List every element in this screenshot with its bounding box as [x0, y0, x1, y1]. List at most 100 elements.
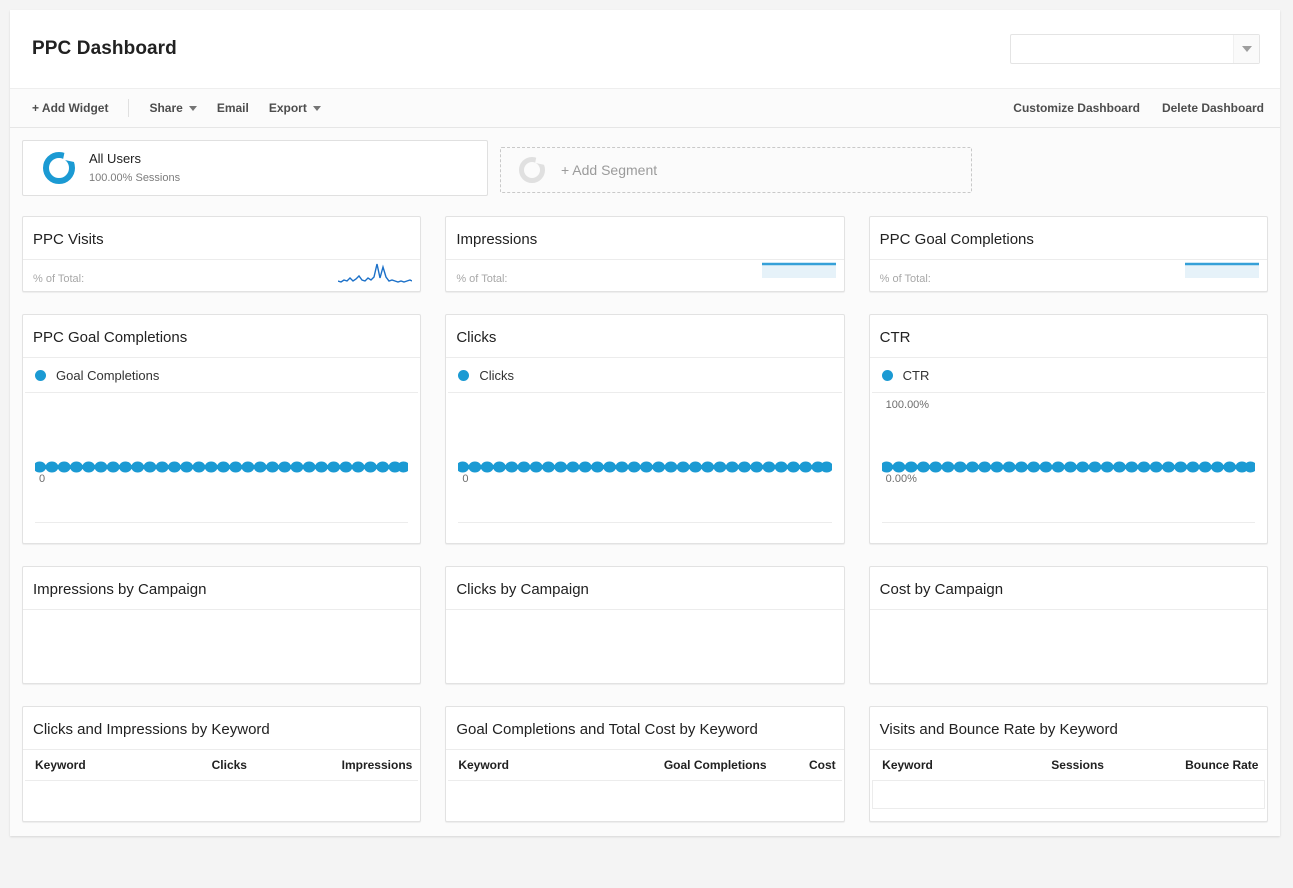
line-chart-goal-completions [35, 461, 409, 473]
widget-title: Goal Completions and Total Cost by Keywo… [446, 707, 844, 750]
segment-name: All Users [89, 151, 142, 166]
table-header-row: Keyword Goal Completions Cost [448, 750, 842, 781]
add-segment-label: + Add Segment [561, 162, 658, 178]
widget-body: Keyword Clicks Impressions [23, 750, 420, 821]
widget-body [870, 610, 1267, 683]
widget-title: Clicks by Campaign [446, 567, 844, 610]
widget-impressions-by-campaign[interactable]: Impressions by Campaign [22, 566, 422, 684]
legend-dot-icon [881, 370, 893, 381]
chart-legend: Goal Completions [25, 358, 419, 393]
line-chart-ctr [881, 461, 1255, 473]
toolbar-left-group: + Add Widget Share Email Export [32, 99, 321, 117]
pct-of-total-label: % of Total: [33, 273, 85, 285]
segment-sub: 100.00% Sessions [89, 172, 181, 184]
widget-grid: PPC Visits % of Total: Impressions % of … [10, 206, 1280, 836]
segment-text: All Users 100.00% Sessions [89, 150, 180, 186]
column-header-sessions[interactable]: Sessions [992, 750, 1110, 781]
widget-title: Clicks [446, 315, 844, 358]
page-title: PPC Dashboard [32, 38, 177, 59]
profile-select-caret[interactable] [1233, 35, 1259, 63]
add-widget-label: + Add Widget [32, 101, 109, 115]
donut-icon [43, 152, 75, 184]
dashboard-header: PPC Dashboard [10, 10, 1280, 88]
column-header-bounce-rate[interactable]: Bounce Rate [1109, 750, 1265, 781]
chart-legend: CTR [871, 358, 1265, 393]
add-segment-button[interactable]: + Add Segment [500, 147, 972, 193]
widget-chart-ctr[interactable]: CTR CTR 100.00% 0.00% [868, 314, 1268, 544]
chart-zero-label: 0 [462, 473, 469, 485]
customize-dashboard-button[interactable]: Customize Dashboard [1013, 101, 1140, 115]
widget-title: Impressions by Campaign [23, 567, 421, 610]
toolbar-right-group: Customize Dashboard Delete Dashboard [991, 101, 1264, 115]
chart-area: 100.00% 0.00% [881, 393, 1255, 541]
column-header-keyword[interactable]: Keyword [872, 750, 993, 781]
keyword-table: Keyword Goal Completions Cost [448, 750, 842, 809]
table-row [25, 781, 418, 809]
table-body [871, 780, 1265, 809]
legend-label: Clicks [479, 368, 514, 383]
widget-body: Keyword Goal Completions Cost [446, 750, 843, 821]
pct-of-total-label: % of Total: [456, 273, 508, 285]
widget-ppc-goal-completions-metric[interactable]: PPC Goal Completions % of Total: [868, 216, 1268, 294]
profile-select[interactable] [1010, 34, 1260, 64]
widget-title: PPC Goal Completions [23, 315, 421, 358]
dashboard-toolbar: + Add Widget Share Email Export Customiz… [10, 88, 1280, 128]
segment-bar: All Users 100.00% Sessions + Add Segment [10, 128, 1280, 206]
sparkline-flat [1184, 262, 1259, 278]
line-chart-clicks [458, 461, 832, 473]
export-button[interactable]: Export [269, 101, 321, 115]
legend-label: CTR [902, 368, 930, 383]
table-header-row: Keyword Clicks Impressions [25, 750, 419, 781]
chevron-down-icon [188, 105, 197, 111]
segment-all-users[interactable]: All Users 100.00% Sessions [22, 140, 488, 196]
sparkline-flat [761, 262, 836, 278]
chevron-down-icon [312, 105, 321, 111]
widget-title: Visits and Bounce Rate by Keyword [869, 707, 1267, 750]
widget-title: Impressions [446, 217, 844, 260]
legend-label: Goal Completions [56, 368, 160, 383]
table-row [448, 781, 841, 809]
share-button[interactable]: Share [149, 101, 197, 115]
widget-body: % of Total: [23, 260, 420, 294]
widget-chart-ppc-goal-completions[interactable]: PPC Goal Completions Goal Completions 0 [22, 314, 422, 544]
chart-widget-row: PPC Goal Completions Goal Completions 0 … [22, 314, 1268, 544]
column-header-impressions[interactable]: Impressions [252, 750, 419, 781]
chart-area: 0 [458, 393, 832, 541]
widget-goal-completions-cost-by-keyword[interactable]: Goal Completions and Total Cost by Keywo… [445, 706, 845, 822]
column-header-keyword[interactable]: Keyword [25, 750, 159, 781]
delete-dashboard-button[interactable]: Delete Dashboard [1162, 101, 1264, 115]
widget-clicks-impressions-by-keyword[interactable]: Clicks and Impressions by Keyword Keywor… [22, 706, 422, 822]
chart-area: 0 [35, 393, 409, 541]
chart-zero-label: 0 [39, 473, 46, 485]
table-body [25, 781, 418, 809]
widget-body: Keyword Sessions Bounce Rate [870, 750, 1267, 821]
widget-cost-by-campaign[interactable]: Cost by Campaign [868, 566, 1268, 684]
widget-title: Clicks and Impressions by Keyword [23, 707, 421, 750]
chart-zero-label: 0.00% [885, 473, 917, 485]
widget-clicks-by-campaign[interactable]: Clicks by Campaign [445, 566, 845, 684]
widget-body: % of Total: [870, 260, 1267, 294]
widget-visits-bounce-rate-by-keyword[interactable]: Visits and Bounce Rate by Keyword Keywor… [868, 706, 1268, 822]
column-header-clicks[interactable]: Clicks [158, 750, 253, 781]
widget-chart-clicks[interactable]: Clicks Clicks 0 [445, 314, 845, 544]
column-header-keyword[interactable]: Keyword [448, 750, 568, 781]
widget-body [23, 610, 420, 683]
table-row [871, 780, 1265, 809]
column-header-goal-completions[interactable]: Goal Completions [567, 750, 773, 781]
email-button[interactable]: Email [217, 101, 249, 115]
export-label: Export [268, 101, 307, 115]
metric-widget-row: PPC Visits % of Total: Impressions % of … [22, 216, 1268, 292]
chart-legend: Clicks [448, 358, 842, 393]
table-widget-row: Clicks and Impressions by Keyword Keywor… [22, 706, 1268, 822]
donut-outline-icon [519, 157, 545, 183]
widget-impressions[interactable]: Impressions % of Total: [445, 216, 845, 292]
legend-dot-icon [458, 370, 470, 381]
keyword-table: Keyword Clicks Impressions [25, 750, 419, 809]
chevron-down-icon [1241, 46, 1252, 52]
column-header-cost[interactable]: Cost [772, 750, 842, 781]
dashboard-page-card: PPC Dashboard + Add Widget Share Email E… [10, 10, 1280, 836]
widget-ppc-visits[interactable]: PPC Visits % of Total: [22, 216, 422, 294]
share-label: Share [149, 101, 183, 115]
add-widget-button[interactable]: + Add Widget [32, 101, 108, 115]
widget-title: Cost by Campaign [869, 567, 1267, 610]
